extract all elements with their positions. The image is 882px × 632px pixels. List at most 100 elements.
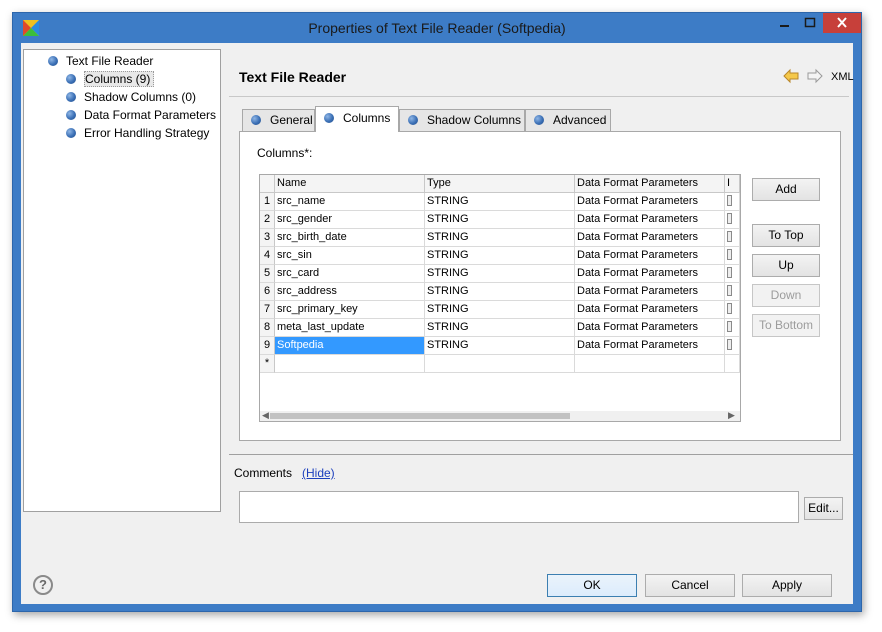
grid-corner <box>260 175 275 193</box>
checkbox-icon[interactable] <box>727 195 732 206</box>
cell-data-format[interactable]: Data Format Parameters <box>575 319 725 337</box>
tab-general[interactable]: General <box>242 109 315 131</box>
cell-checkbox[interactable] <box>725 247 740 265</box>
tree-item-error-handling[interactable]: Error Handling Strategy <box>66 124 209 142</box>
to-top-button[interactable]: To Top <box>752 224 820 247</box>
checkbox-icon[interactable] <box>727 231 732 242</box>
cell-name[interactable]: src_name <box>275 193 425 211</box>
up-button[interactable]: Up <box>752 254 820 277</box>
tree-root[interactable]: Text File Reader <box>48 52 153 70</box>
columns-grid[interactable]: Name Type Data Format Parameters I 1 src_… <box>259 174 741 422</box>
forward-arrow-icon[interactable] <box>807 68 823 84</box>
cell-name[interactable]: src_sin <box>275 247 425 265</box>
close-button[interactable] <box>823 13 861 33</box>
new-row-name[interactable] <box>275 355 425 373</box>
checkbox-icon[interactable] <box>727 303 732 314</box>
tree-item-shadow-columns[interactable]: Shadow Columns (0) <box>66 88 196 106</box>
cell-name[interactable]: src_primary_key <box>275 301 425 319</box>
checkbox-icon[interactable] <box>727 339 732 350</box>
cell-type[interactable]: STRING <box>425 319 575 337</box>
tab-bullet-icon <box>534 115 544 125</box>
new-row-dfp[interactable] <box>575 355 725 373</box>
down-button[interactable]: Down <box>752 284 820 307</box>
tab-columns[interactable]: Columns <box>315 106 399 132</box>
cell-data-format[interactable]: Data Format Parameters <box>575 265 725 283</box>
row-number: 4 <box>260 247 275 265</box>
checkbox-icon[interactable] <box>727 213 732 224</box>
cell-checkbox[interactable] <box>725 283 740 301</box>
cell-checkbox[interactable] <box>725 265 740 283</box>
cell-name[interactable]: Softpedia <box>275 337 425 355</box>
cell-type[interactable]: STRING <box>425 229 575 247</box>
cell-name[interactable]: src_birth_date <box>275 229 425 247</box>
xml-view-link[interactable]: XML <box>831 71 854 83</box>
cell-data-format[interactable]: Data Format Parameters <box>575 301 725 319</box>
grid-header-dfp[interactable]: Data Format Parameters <box>575 175 725 193</box>
cell-type[interactable]: STRING <box>425 193 575 211</box>
comments-label: Comments <box>234 466 293 480</box>
cell-type[interactable]: STRING <box>425 283 575 301</box>
cell-name[interactable]: src_card <box>275 265 425 283</box>
comments-separator <box>229 454 853 455</box>
cell-name[interactable]: src_gender <box>275 211 425 229</box>
ok-button[interactable]: OK <box>547 574 637 597</box>
edit-comments-button[interactable]: Edit... <box>804 497 843 520</box>
property-tree[interactable]: Text File Reader Columns (9) Shadow Colu… <box>23 49 221 512</box>
tab-label: General <box>270 113 313 127</box>
to-bottom-button[interactable]: To Bottom <box>752 314 820 337</box>
title-bar[interactable]: Properties of Text File Reader (Softpedi… <box>13 13 861 43</box>
cell-data-format[interactable]: Data Format Parameters <box>575 211 725 229</box>
maximize-button[interactable] <box>797 13 823 33</box>
cell-checkbox[interactable] <box>725 337 740 355</box>
cell-data-format[interactable]: Data Format Parameters <box>575 337 725 355</box>
dialog-body: Text File Reader Columns (9) Shadow Colu… <box>21 43 854 604</box>
cell-type[interactable]: STRING <box>425 337 575 355</box>
tree-item-data-format[interactable]: Data Format Parameters <box>66 106 216 124</box>
back-arrow-icon[interactable] <box>783 68 799 84</box>
cell-type[interactable]: STRING <box>425 265 575 283</box>
cell-data-format[interactable]: Data Format Parameters <box>575 229 725 247</box>
grid-header-type[interactable]: Type <box>425 175 575 193</box>
tab-bullet-icon <box>251 115 261 125</box>
scroll-left-icon[interactable]: ◀ <box>262 410 269 421</box>
cell-checkbox[interactable] <box>725 229 740 247</box>
new-row-extra[interactable] <box>725 355 740 373</box>
checkbox-icon[interactable] <box>727 285 732 296</box>
tree-item-columns[interactable]: Columns (9) <box>66 70 155 88</box>
cell-checkbox[interactable] <box>725 193 740 211</box>
cell-name[interactable]: meta_last_update <box>275 319 425 337</box>
tab-label: Advanced <box>553 113 607 127</box>
cell-type[interactable]: STRING <box>425 211 575 229</box>
grid-header-name[interactable]: Name <box>275 175 425 193</box>
help-icon[interactable]: ? <box>33 575 53 595</box>
comments-input[interactable] <box>239 491 799 523</box>
cell-checkbox[interactable] <box>725 211 740 229</box>
checkbox-icon[interactable] <box>727 267 732 278</box>
row-number: 5 <box>260 265 275 283</box>
cell-checkbox[interactable] <box>725 319 740 337</box>
cell-checkbox[interactable] <box>725 301 740 319</box>
minimize-button[interactable] <box>771 13 797 33</box>
cell-data-format[interactable]: Data Format Parameters <box>575 193 725 211</box>
new-row-type[interactable] <box>425 355 575 373</box>
scroll-right-icon[interactable]: ▶ <box>728 410 735 421</box>
cell-data-format[interactable]: Data Format Parameters <box>575 283 725 301</box>
scroll-thumb[interactable] <box>270 413 570 419</box>
checkbox-icon[interactable] <box>727 321 732 332</box>
tab-advanced[interactable]: Advanced <box>525 109 611 131</box>
hide-comments-link[interactable]: (Hide) <box>302 466 335 480</box>
tab-bullet-icon <box>324 113 334 123</box>
cancel-button[interactable]: Cancel <box>645 574 735 597</box>
apply-button[interactable]: Apply <box>742 574 832 597</box>
cell-data-format[interactable]: Data Format Parameters <box>575 247 725 265</box>
cell-type[interactable]: STRING <box>425 301 575 319</box>
tree-root-label: Text File Reader <box>66 54 154 68</box>
horizontal-scrollbar[interactable]: ◀ ▶ <box>260 410 740 421</box>
tab-shadow-columns[interactable]: Shadow Columns <box>399 109 525 131</box>
checkbox-icon[interactable] <box>727 249 732 260</box>
grid-header-extra[interactable]: I <box>725 175 740 193</box>
cell-name[interactable]: src_address <box>275 283 425 301</box>
cell-type[interactable]: STRING <box>425 247 575 265</box>
add-button[interactable]: Add <box>752 178 820 201</box>
properties-window: Properties of Text File Reader (Softpedi… <box>12 12 862 612</box>
